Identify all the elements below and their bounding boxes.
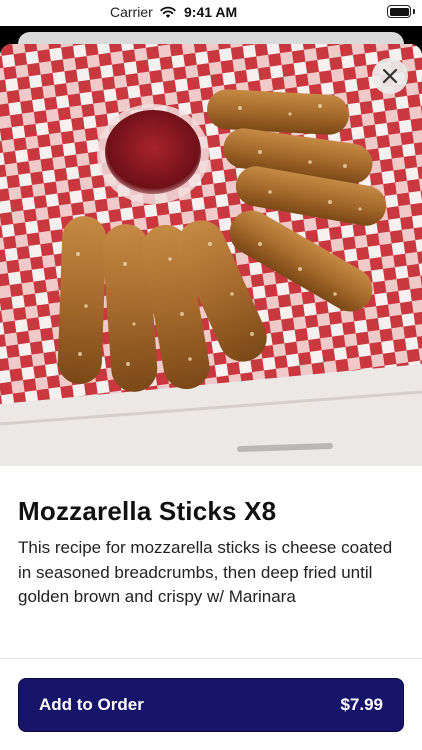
battery-fill: [389, 7, 409, 16]
close-icon: [382, 68, 398, 84]
divider: [0, 658, 422, 659]
clock: 9:41 AM: [184, 4, 238, 20]
close-button[interactable]: [372, 58, 408, 94]
item-detail-sheet: Mozzarella Sticks X8 This recipe for moz…: [0, 44, 422, 750]
item-photo-illustration: [0, 44, 422, 466]
add-to-order-label: Add to Order: [39, 695, 144, 714]
add-to-order-button[interactable]: Add to Order $7.99: [18, 678, 404, 732]
item-photo: [0, 44, 422, 466]
battery-tip: [413, 9, 415, 14]
item-description: This recipe for mozzarella sticks is che…: [18, 538, 393, 606]
item-title: Mozzarella Sticks X8: [18, 496, 277, 526]
status-bar: Carrier 9:41 AM: [0, 0, 422, 26]
wifi-icon: [160, 6, 176, 18]
item-price: $7.99: [340, 695, 383, 714]
carrier-label: Carrier: [110, 4, 153, 20]
battery-icon: [387, 5, 411, 18]
